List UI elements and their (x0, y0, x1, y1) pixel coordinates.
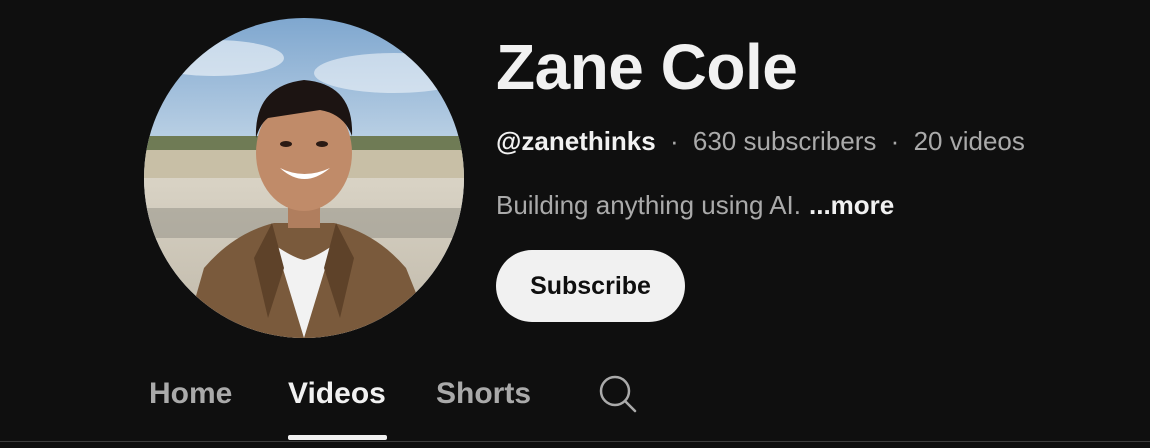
channel-meta: @zanethinks · 630 subscribers · 20 video… (496, 124, 1025, 158)
channel-description[interactable]: Building anything using AI. ...more (496, 188, 894, 222)
tab-videos[interactable]: Videos (288, 374, 386, 414)
channel-tabs: Home Videos Shorts (0, 360, 1150, 448)
avatar-photo-icon (144, 18, 464, 338)
channel-header: Zane Cole @zanethinks · 630 subscribers … (0, 0, 1150, 448)
active-tab-indicator (288, 435, 387, 440)
meta-separator: · (890, 126, 900, 156)
video-count: 20 videos (913, 126, 1025, 156)
meta-separator: · (669, 126, 679, 156)
tab-shorts[interactable]: Shorts (436, 374, 531, 414)
more-link[interactable]: ...more (809, 190, 894, 220)
channel-handle[interactable]: @zanethinks (496, 126, 656, 156)
tab-home[interactable]: Home (149, 374, 232, 414)
tabs-divider (0, 441, 1150, 442)
channel-name: Zane Cole (496, 31, 798, 103)
subscriber-count: 630 subscribers (692, 126, 877, 156)
channel-avatar[interactable] (144, 18, 464, 338)
subscribe-button[interactable]: Subscribe (496, 250, 685, 322)
search-icon[interactable] (598, 374, 638, 414)
description-text: Building anything using AI. (496, 190, 801, 220)
